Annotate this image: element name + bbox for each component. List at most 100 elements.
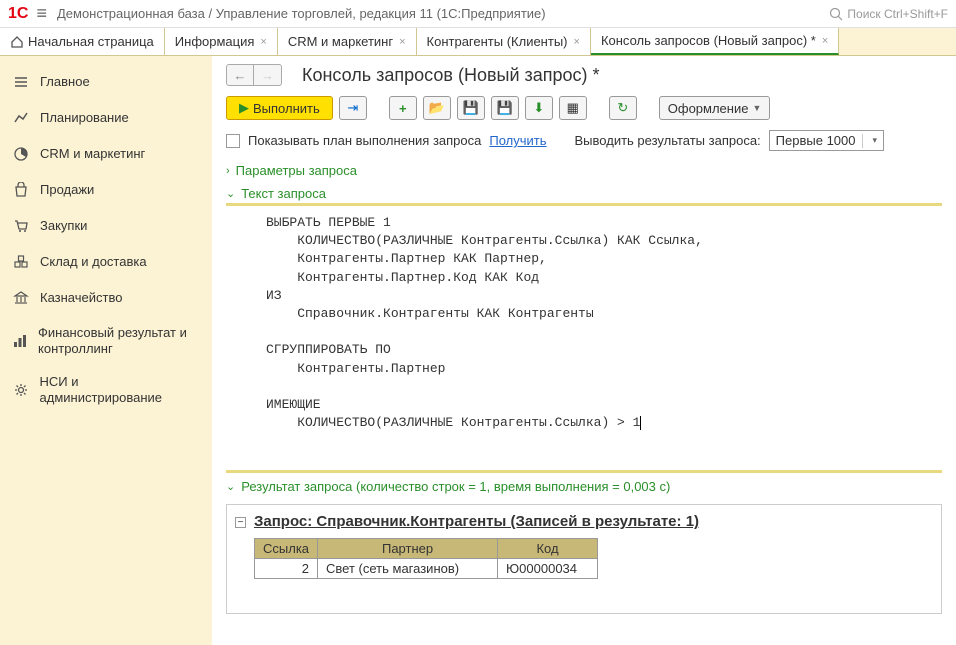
tree-collapse-button[interactable]: − <box>235 517 246 528</box>
query-editor[interactable]: ВЫБРАТЬ ПЕРВЫЕ 1 КОЛИЧЕСТВО(РАЗЛИЧНЫЕ Ко… <box>226 203 942 473</box>
show-plan-label: Показывать план выполнения запроса <box>248 133 481 148</box>
table-row[interactable]: 2 Свет (сеть магазинов) Ю00000034 <box>255 559 598 579</box>
export-icon: ⬇ <box>533 100 544 116</box>
chevron-down-icon: ⌄ <box>226 187 235 200</box>
sidebar-item-warehouse[interactable]: Склад и доставка <box>0 244 212 280</box>
chevron-right-icon: › <box>226 165 230 177</box>
bar-chart-icon <box>12 332 28 350</box>
design-button[interactable]: Оформление ▼ <box>659 96 771 120</box>
sidebar-item-admin[interactable]: НСИ и администрирование <box>0 365 212 414</box>
result-table: Ссылка Партнер Код 2 Свет (сеть магазино… <box>254 538 598 579</box>
output-value: Первые 1000 <box>776 133 856 148</box>
sidebar-item-label: Казначейство <box>40 290 122 306</box>
sidebar-item-planning[interactable]: Планирование <box>0 100 212 136</box>
chevron-down-icon: ⌄ <box>226 480 235 493</box>
sidebar-item-label: НСИ и администрирование <box>40 374 201 405</box>
save-button[interactable]: 💾 <box>457 96 485 120</box>
show-plan-checkbox[interactable] <box>226 134 240 148</box>
tab-crm[interactable]: CRM и маркетинг × <box>278 28 417 55</box>
close-icon[interactable]: × <box>260 36 266 48</box>
sidebar-item-label: Главное <box>40 74 90 90</box>
sidebar-item-label: Продажи <box>40 182 94 198</box>
export-button[interactable]: ⬇ <box>525 96 553 120</box>
section-query: ⌄ Текст запроса ВЫБРАТЬ ПЕРВЫЕ 1 КОЛИЧЕС… <box>226 184 942 473</box>
col-header[interactable]: Ссылка <box>255 539 318 559</box>
app-header: 1С ≡ Демонстрационная база / Управление … <box>0 0 956 28</box>
close-icon[interactable]: × <box>399 36 405 48</box>
open-button[interactable]: 📂 <box>423 96 451 120</box>
step-button[interactable]: ⇥ <box>339 96 367 120</box>
sidebar-item-label: Закупки <box>40 218 87 234</box>
search-box[interactable]: Поиск Ctrl+Shift+F <box>829 7 948 21</box>
cell: 2 <box>255 559 318 579</box>
section-query-toggle[interactable]: ⌄ Текст запроса <box>226 184 942 203</box>
execute-button[interactable]: ▶ Выполнить <box>226 96 333 120</box>
section-result: ⌄ Результат запроса (количество строк = … <box>226 477 942 614</box>
boxes-icon <box>12 253 30 271</box>
query-text: ВЫБРАТЬ ПЕРВЫЕ 1 КОЛИЧЕСТВО(РАЗЛИЧНЫЕ Ко… <box>266 215 703 430</box>
get-link[interactable]: Получить <box>489 133 546 148</box>
home-icon <box>10 35 24 49</box>
chevron-down-icon: ▾ <box>873 135 878 146</box>
close-icon[interactable]: × <box>822 35 828 47</box>
cell: Свет (сеть магазинов) <box>318 559 498 579</box>
section-query-label: Текст запроса <box>241 186 326 201</box>
sidebar-item-finance[interactable]: Финансовый результат и контроллинг <box>0 316 212 365</box>
sidebar-item-purchases[interactable]: Закупки <box>0 208 212 244</box>
section-params-toggle[interactable]: › Параметры запроса <box>226 161 942 180</box>
text-cursor <box>640 416 641 430</box>
header-title: Демонстрационная база / Управление торго… <box>57 6 829 21</box>
save-as-button[interactable]: 💾 <box>491 96 519 120</box>
col-header[interactable]: Код <box>498 539 598 559</box>
section-result-label: Результат запроса (количество строк = 1,… <box>241 479 670 494</box>
bank-icon <box>12 289 30 307</box>
section-result-toggle[interactable]: ⌄ Результат запроса (количество строк = … <box>226 477 942 496</box>
search-placeholder: Поиск Ctrl+Shift+F <box>847 7 948 21</box>
tab-bar: Начальная страница Информация × CRM и ма… <box>0 28 956 56</box>
result-area: − Запрос: Справочник.Контрагенты (Записе… <box>226 504 942 614</box>
grid-icon: ▦ <box>567 100 579 116</box>
nav-back-button[interactable]: ← <box>226 64 254 86</box>
section-params: › Параметры запроса <box>226 161 942 180</box>
tab-clients[interactable]: Контрагенты (Клиенты) × <box>417 28 591 55</box>
logo-1c: 1С <box>8 5 28 23</box>
menu-lines-icon <box>12 73 30 91</box>
plus-icon: + <box>399 101 407 116</box>
design-label: Оформление <box>668 101 749 116</box>
play-icon: ▶ <box>239 100 249 116</box>
close-icon[interactable]: × <box>574 36 580 48</box>
disk-icon: 💾 <box>463 100 479 116</box>
chart-line-icon <box>12 109 30 127</box>
sidebar-item-label: Финансовый результат и контроллинг <box>38 325 200 356</box>
tab-label: CRM и маркетинг <box>288 34 393 49</box>
cell: Ю00000034 <box>498 559 598 579</box>
tab-label: Консоль запросов (Новый запрос) * <box>601 33 816 48</box>
cart-icon <box>12 217 30 235</box>
search-icon <box>829 7 843 21</box>
sidebar-item-label: Планирование <box>40 110 129 126</box>
sidebar-item-main[interactable]: Главное <box>0 64 212 100</box>
refresh-button[interactable]: ↻ <box>609 96 637 120</box>
sidebar-item-sales[interactable]: Продажи <box>0 172 212 208</box>
sidebar-item-label: CRM и маркетинг <box>40 146 145 162</box>
sidebar-item-label: Склад и доставка <box>40 254 147 270</box>
hamburger-icon[interactable]: ≡ <box>36 3 47 24</box>
col-header[interactable]: Партнер <box>318 539 498 559</box>
pie-chart-icon <box>12 145 30 163</box>
folder-icon: 📂 <box>429 100 445 116</box>
nav-forward-button[interactable]: → <box>254 64 282 86</box>
tab-home[interactable]: Начальная страница <box>0 28 165 55</box>
sidebar-item-treasury[interactable]: Казначейство <box>0 280 212 316</box>
output-label: Выводить результаты запроса: <box>575 133 761 148</box>
filter-row: Показывать план выполнения запроса Получ… <box>226 130 942 151</box>
tab-home-label: Начальная страница <box>28 34 154 49</box>
toolbar: ▶ Выполнить ⇥ + 📂 💾 💾 ⬇ ▦ ↻ Оформление ▼ <box>226 96 942 120</box>
sidebar-item-crm[interactable]: CRM и маркетинг <box>0 136 212 172</box>
gear-icon <box>12 381 30 399</box>
execute-label: Выполнить <box>253 101 320 116</box>
tab-query-console[interactable]: Консоль запросов (Новый запрос) * × <box>591 28 839 55</box>
output-select[interactable]: Первые 1000 ▾ <box>769 130 884 151</box>
grid-button[interactable]: ▦ <box>559 96 587 120</box>
tab-info[interactable]: Информация × <box>165 28 278 55</box>
add-button[interactable]: + <box>389 96 417 120</box>
